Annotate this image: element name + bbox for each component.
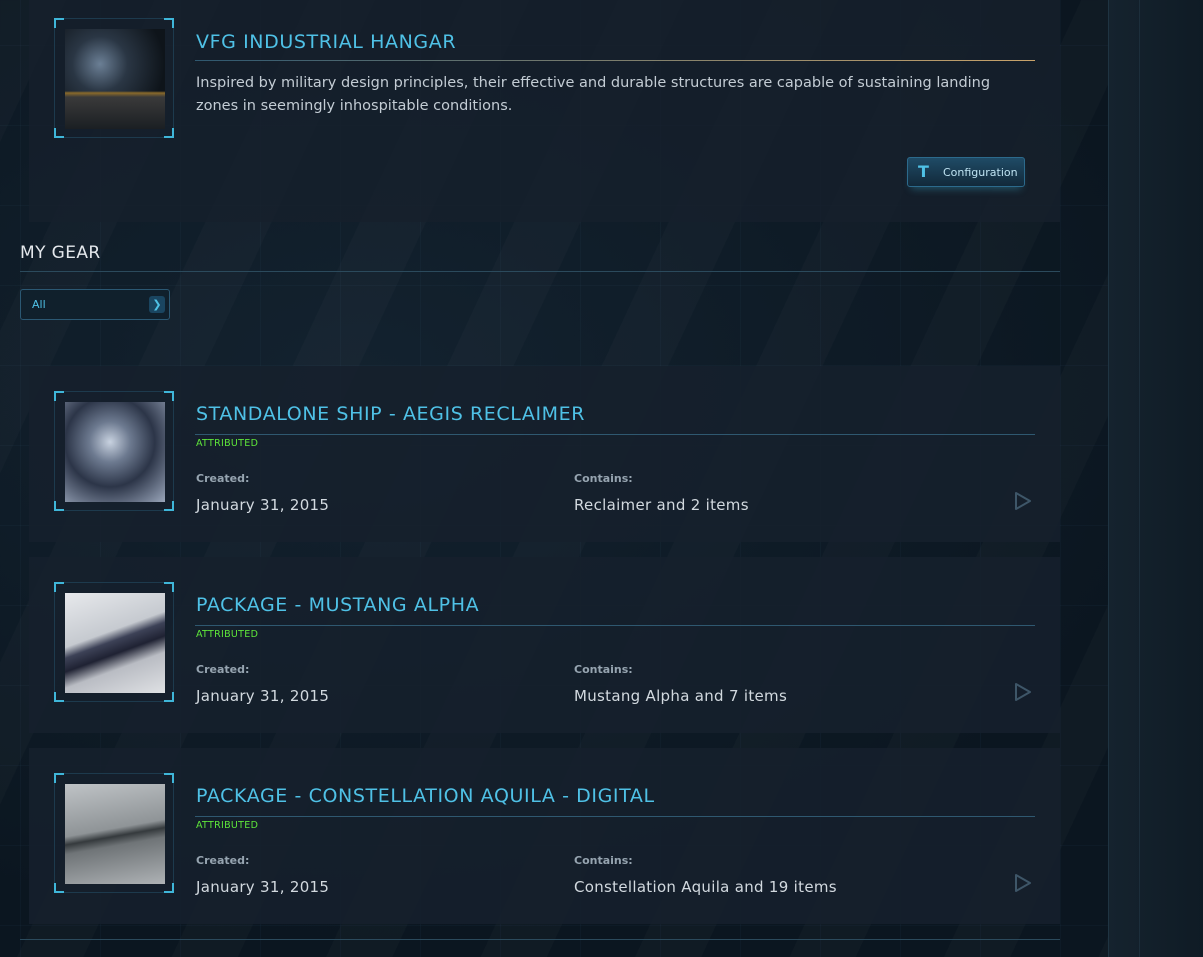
- hangar-thumbnail-frame: [54, 18, 174, 138]
- gear-title-rule: [195, 434, 1035, 435]
- hammer-icon: T: [918, 162, 929, 181]
- my-gear-rule: [20, 271, 1060, 272]
- status-badge: ATTRIBUTED: [196, 438, 259, 449]
- gear-item-title[interactable]: PACKAGE - CONSTELLATION AQUILA - DIGITAL: [196, 785, 655, 807]
- rail-divider: [1139, 0, 1140, 957]
- frame-corner: [54, 582, 64, 592]
- created-value: January 31, 2015: [196, 878, 330, 896]
- gear-title-rule: [195, 816, 1035, 817]
- my-gear-heading: MY GEAR: [20, 243, 101, 263]
- created-label: Created:: [196, 663, 250, 676]
- frame-corner: [164, 501, 174, 511]
- expand-arrow-icon[interactable]: [1014, 873, 1032, 893]
- contains-label: Contains:: [574, 472, 633, 485]
- gear-card[interactable]: [29, 748, 1060, 924]
- gear-title-rule: [195, 625, 1035, 626]
- gear-filter-value: All: [32, 298, 46, 311]
- configuration-button[interactable]: T Configuration: [907, 157, 1025, 187]
- frame-corner: [164, 582, 174, 592]
- gear-thumbnail-frame: [54, 391, 174, 511]
- contains-label: Contains:: [574, 854, 633, 867]
- expand-arrow-icon[interactable]: [1014, 491, 1032, 511]
- created-value: January 31, 2015: [196, 687, 330, 705]
- gear-thumbnail-frame: [54, 582, 174, 702]
- frame-corner: [54, 883, 64, 893]
- gear-item-title[interactable]: PACKAGE - MUSTANG ALPHA: [196, 594, 479, 616]
- frame-corner: [164, 773, 174, 783]
- contains-value: Constellation Aquila and 19 items: [574, 878, 837, 896]
- gear-thumbnail-image[interactable]: [65, 593, 165, 693]
- frame-corner: [164, 128, 174, 138]
- right-side-rail: [1108, 0, 1203, 957]
- chevron-down-icon[interactable]: ❯: [149, 296, 165, 313]
- hangar-thumbnail-image[interactable]: [65, 29, 165, 129]
- frame-corner: [54, 501, 64, 511]
- created-label: Created:: [196, 472, 250, 485]
- expand-arrow-icon[interactable]: [1014, 682, 1032, 702]
- created-value: January 31, 2015: [196, 496, 330, 514]
- hangar-title-rule: [195, 60, 1035, 61]
- list-bottom-rule: [20, 939, 1060, 940]
- gear-card[interactable]: [29, 366, 1060, 542]
- gear-card[interactable]: [29, 557, 1060, 733]
- frame-corner: [164, 18, 174, 28]
- status-badge: ATTRIBUTED: [196, 629, 259, 640]
- gear-thumbnail-image[interactable]: [65, 402, 165, 502]
- frame-corner: [54, 128, 64, 138]
- configuration-button-label: Configuration: [943, 166, 1018, 179]
- gear-thumbnail-image[interactable]: [65, 784, 165, 884]
- hangar-description: Inspired by military design principles, …: [196, 75, 991, 114]
- contains-value: Mustang Alpha and 7 items: [574, 687, 788, 705]
- frame-corner: [54, 391, 64, 401]
- frame-corner: [54, 692, 64, 702]
- frame-corner: [164, 883, 174, 893]
- gear-filter-select[interactable]: All ❯: [20, 289, 170, 320]
- hangar-title: VFG INDUSTRIAL HANGAR: [196, 31, 457, 53]
- frame-corner: [54, 773, 64, 783]
- gear-thumbnail-frame: [54, 773, 174, 893]
- frame-corner: [54, 18, 64, 28]
- gear-item-title[interactable]: STANDALONE SHIP - AEGIS RECLAIMER: [196, 403, 585, 425]
- contains-value: Reclaimer and 2 items: [574, 496, 749, 514]
- frame-corner: [164, 692, 174, 702]
- status-badge: ATTRIBUTED: [196, 820, 259, 831]
- frame-corner: [164, 391, 174, 401]
- created-label: Created:: [196, 854, 250, 867]
- contains-label: Contains:: [574, 663, 633, 676]
